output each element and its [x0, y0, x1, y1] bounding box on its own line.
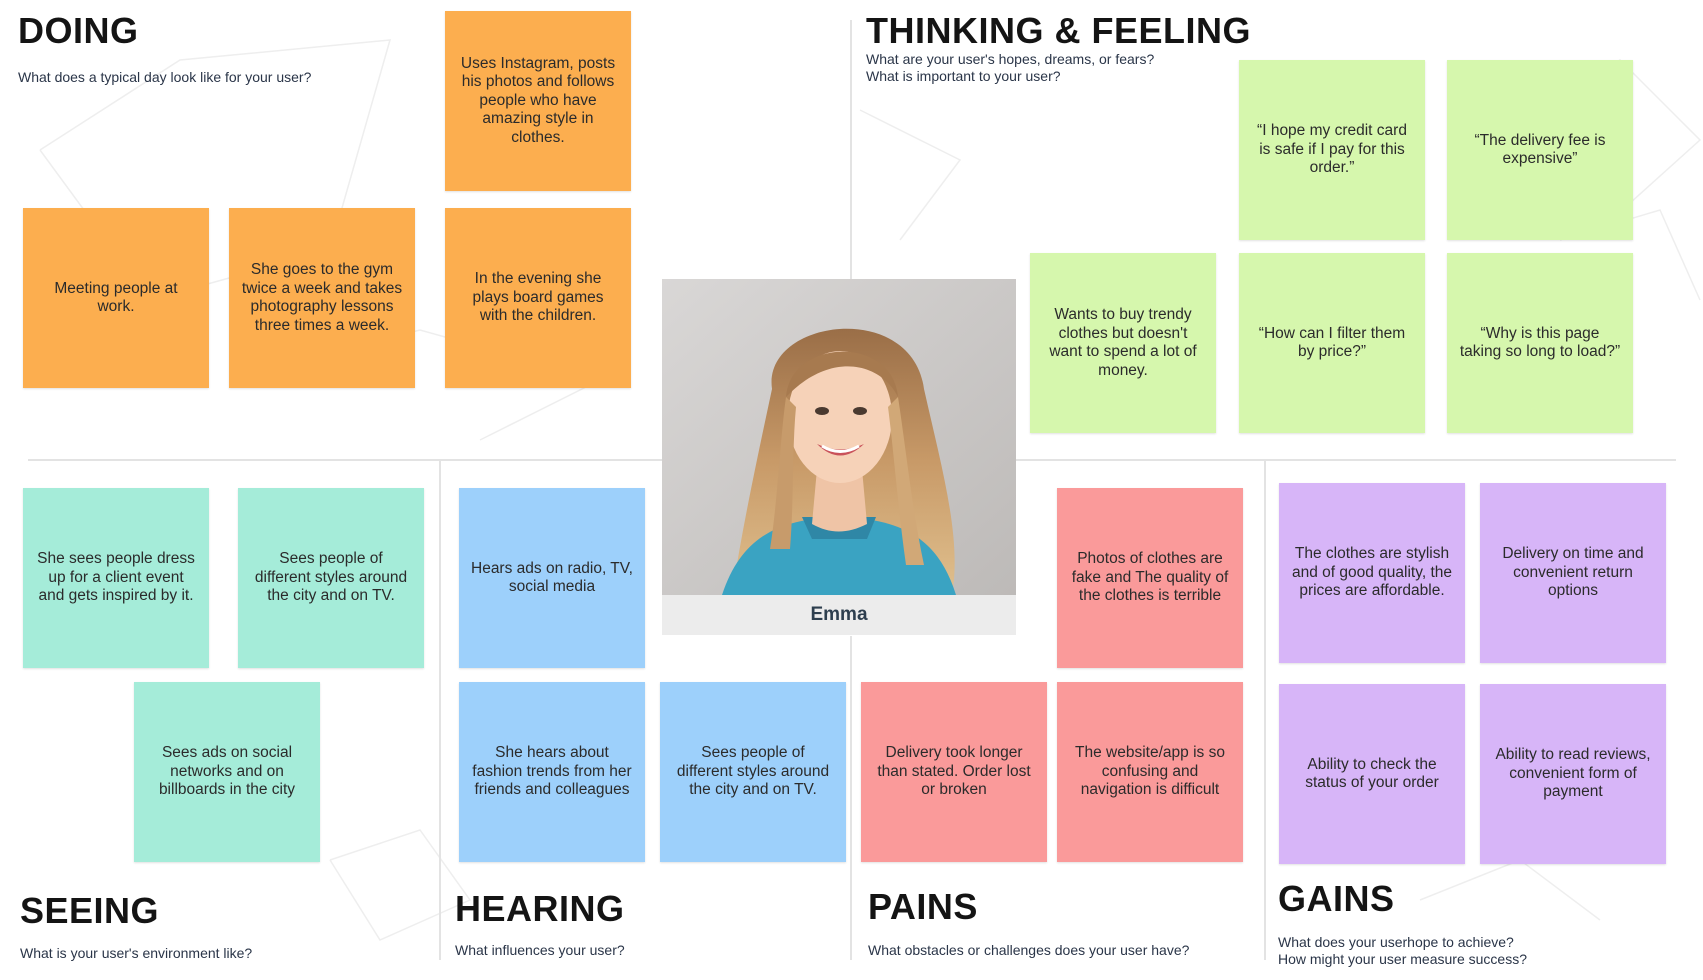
vertical-divider-gains	[1264, 460, 1266, 960]
gains-subtitle-line2: How might your user measure success?	[1278, 951, 1527, 967]
doing-note-instagram: Uses Instagram, posts his photos and fol…	[445, 11, 631, 191]
hearing-note-ads-radio: Hears ads on radio, TV, social media	[459, 488, 645, 668]
persona-card: Emma	[662, 279, 1016, 635]
vertical-divider-pains	[850, 636, 852, 960]
doing-title: DOING	[18, 10, 139, 51]
pains-title: PAINS	[868, 886, 978, 927]
pains-note-fake-photos: Photos of clothes are fake and The quali…	[1057, 488, 1243, 668]
thinking-subtitle-line2: What is important to your user?	[866, 68, 1061, 84]
empathy-map-board: DOING What does a typical day look like …	[0, 0, 1703, 980]
seeing-title: SEEING	[20, 890, 160, 931]
seeing-note-city-styles: Sees people of different styles around t…	[238, 488, 424, 668]
thinking-title: THINKING & FEELING	[866, 10, 1251, 51]
persona-photo	[662, 279, 1016, 595]
pains-note-navigation: The website/app is so confusing and navi…	[1057, 682, 1243, 862]
doing-subtitle: What does a typical day look like for yo…	[18, 69, 312, 85]
gains-subtitle-line1: What does your userhope to achieve?	[1278, 934, 1514, 950]
hearing-note-city-styles: Sees people of different styles around t…	[660, 682, 846, 862]
doing-note-gym: She goes to the gym twice a week and tak…	[229, 208, 415, 388]
seeing-note-client-event: She sees people dress up for a client ev…	[23, 488, 209, 668]
vertical-divider-hearing	[439, 460, 441, 960]
pains-note-delivery: Delivery took longer than stated. Order …	[861, 682, 1047, 862]
thinking-subtitle-line1: What are your user's hopes, dreams, or f…	[866, 51, 1155, 67]
gains-note-stylish: The clothes are stylish and of good qual…	[1279, 483, 1465, 663]
seeing-subtitle: What is your user's environment like?	[20, 945, 253, 961]
seeing-note-ads-billboards: Sees ads on social networks and on billb…	[134, 682, 320, 862]
doing-note-meeting: Meeting people at work.	[23, 208, 209, 388]
thinking-note-page-load: “Why is this page taking so long to load…	[1447, 253, 1633, 433]
gains-note-order-status: Ability to check the status of your orde…	[1279, 684, 1465, 864]
pains-subtitle: What obstacles or challenges does your u…	[868, 942, 1190, 958]
hearing-title: HEARING	[455, 888, 625, 929]
vertical-divider-thinking	[850, 20, 852, 280]
persona-name: Emma	[810, 604, 868, 625]
doing-note-board-games: In the evening she plays board games wit…	[445, 208, 631, 388]
gains-subtitle: What does your userhope to achieve? How …	[1278, 934, 1527, 968]
thinking-note-credit-card: “I hope my credit card is safe if I pay …	[1239, 60, 1425, 240]
gains-title: GAINS	[1278, 878, 1395, 919]
gains-note-delivery: Delivery on time and convenient return o…	[1480, 483, 1666, 663]
gains-note-reviews: Ability to read reviews, convenient form…	[1480, 684, 1666, 864]
thinking-note-trendy-clothes: Wants to buy trendy clothes but doesn't …	[1030, 253, 1216, 433]
hearing-subtitle: What influences your user?	[455, 942, 625, 958]
thinking-note-delivery-fee: “The delivery fee is expensive”	[1447, 60, 1633, 240]
hearing-note-friends: She hears about fashion trends from her …	[459, 682, 645, 862]
thinking-subtitle: What are your user's hopes, dreams, or f…	[866, 51, 1154, 85]
thinking-note-filter-price: “How can I filter them by price?”	[1239, 253, 1425, 433]
